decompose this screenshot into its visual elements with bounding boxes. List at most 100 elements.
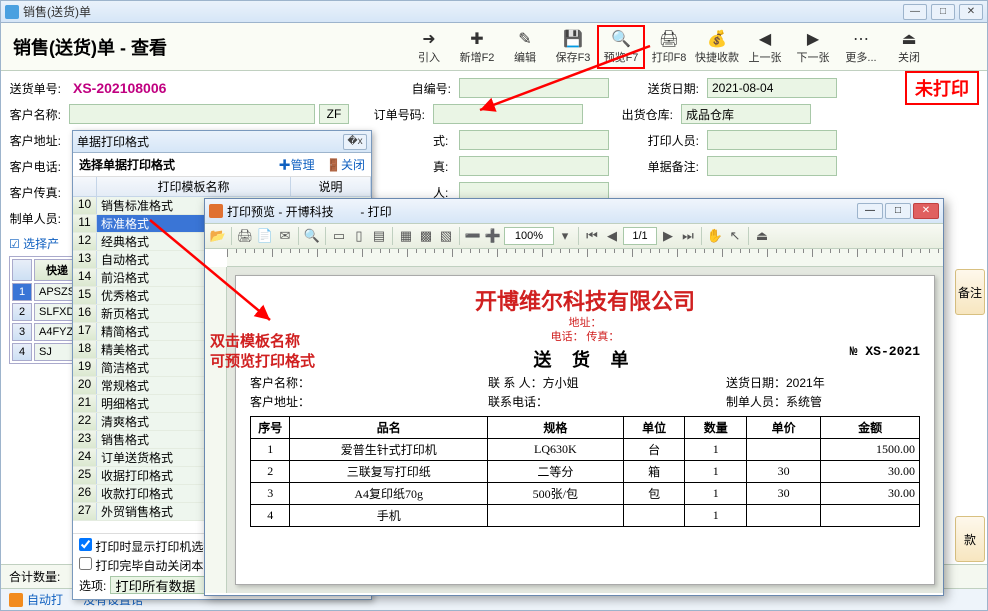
toolbar-printf8-button[interactable]: 🖨打印F8	[645, 25, 693, 69]
toolbar-quickpay-button[interactable]: 💰快捷收款	[693, 25, 741, 69]
toolbar-buttons: ➜引入✚新增F2✎编辑💾保存F3🔍预览F7🖨打印F8💰快捷收款◀上一张▶下一张⋯…	[405, 25, 933, 69]
prv-print-icon[interactable]: 🖨	[236, 227, 254, 245]
close-button[interactable]: ✕	[959, 4, 983, 20]
prv-export-icon[interactable]: 📄	[256, 227, 274, 245]
label-date: 送货日期:	[647, 80, 703, 97]
prv-mail-icon[interactable]: ✉	[276, 227, 294, 245]
prv-prev-icon[interactable]: ◀	[603, 227, 621, 245]
prv-first-icon[interactable]: ⏮	[583, 227, 601, 245]
toolbar-previewf7-button[interactable]: 🔍预览F7	[597, 25, 645, 69]
prv-layout3-icon[interactable]: ▤	[370, 227, 388, 245]
input-date[interactable]	[707, 78, 837, 98]
grid-row[interactable]: 3A4FYZ	[12, 323, 80, 341]
input-selfno[interactable]	[459, 78, 609, 98]
toolbar-savef3-button[interactable]: 💾保存F3	[549, 25, 597, 69]
prv-close-button[interactable]: ✕	[913, 203, 939, 219]
prv-grid3-icon[interactable]: ▧	[437, 227, 455, 245]
prv-last-icon[interactable]: ⏭	[679, 227, 697, 245]
label-tel: 客户电话:	[9, 158, 65, 175]
annotation-line2: 可预览打印格式	[210, 350, 315, 371]
detail-row: 1爱普生针式打印机LQ630K台11500.00	[251, 439, 920, 461]
toolbar-prev-button[interactable]: ◀上一张	[741, 25, 789, 69]
prv-zoom-dd-icon[interactable]: ▾	[556, 227, 574, 245]
preview-dialog: 打印预览 - 开博科技 - 打印 — □ ✕ 📂 🖨 📄 ✉ 🔍 ▭ ▯ ▤ ▦…	[204, 198, 944, 596]
label-maker: 单据备注:	[647, 158, 703, 175]
label-cust: 客户名称:	[9, 106, 65, 123]
prv-layout1-icon[interactable]: ▭	[330, 227, 348, 245]
savef3-icon: 💾	[563, 29, 583, 49]
label-total: 合计数量:	[9, 568, 60, 585]
toolbar-edit-button[interactable]: ✎编辑	[501, 25, 549, 69]
input-maker[interactable]	[707, 156, 837, 176]
main-toolbar: 销售(送货)单 - 查看 ➜引入✚新增F2✎编辑💾保存F3🔍预览F7🖨打印F8💰…	[1, 23, 987, 71]
status-auto[interactable]: 自动打	[27, 591, 63, 608]
doc-title: 送 货 单	[250, 346, 920, 372]
input-orderno[interactable]	[433, 104, 583, 124]
import-icon: ➜	[419, 29, 439, 49]
preview-title: 打印预览 - 开博科技	[227, 205, 334, 219]
main-titlebar: 销售(送货)单 — □ ✕	[1, 1, 987, 23]
prv-find-icon[interactable]: 🔍	[303, 227, 321, 245]
grid-row[interactable]: 2SLFXD	[12, 303, 80, 321]
prv-grid2-icon[interactable]: ▩	[417, 227, 435, 245]
prv-cursor-icon[interactable]: ↖	[726, 227, 744, 245]
prv-hand-icon[interactable]: ✋	[706, 227, 724, 245]
prv-zoom-input[interactable]	[504, 227, 554, 245]
value-docno: XS-202108006	[69, 80, 170, 96]
info-custaddr: 客户地址：	[250, 393, 480, 410]
company-tel: 电话： 传真：	[250, 330, 920, 344]
toolbar-more-button[interactable]: ⋯更多...	[837, 25, 885, 69]
info-custname: 客户名称：	[250, 374, 480, 391]
rss-icon	[9, 593, 23, 607]
toolbar-newf2-button[interactable]: ✚新增F2	[453, 25, 501, 69]
toolbar-import-button[interactable]: ➜引入	[405, 25, 453, 69]
prv-page-input[interactable]	[623, 227, 657, 245]
prv-next-icon[interactable]: ▶	[659, 227, 677, 245]
preview-toolbar: 📂 🖨 📄 ✉ 🔍 ▭ ▯ ▤ ▦ ▩ ▧ ➖ ➕ ▾ ⏮ ◀ ▶ ⏭ ✋ ↖ …	[205, 223, 943, 249]
prv-layout2-icon[interactable]: ▯	[350, 227, 368, 245]
toolbar-next-button[interactable]: ▶下一张	[789, 25, 837, 69]
preview-paper: 开博维尔科技有限公司 地址： 电话： 传真： 送 货 单 № XS-2021 客…	[235, 275, 935, 585]
format-close-link[interactable]: 🚪关闭	[326, 158, 365, 172]
label-printer: 打印人员:	[647, 132, 703, 149]
prv-open-icon[interactable]: 📂	[209, 227, 227, 245]
side-pay-button[interactable]: 款	[955, 516, 985, 562]
max-button[interactable]: □	[931, 4, 955, 20]
label-makerp: 制单人员:	[9, 210, 65, 227]
input-cust[interactable]	[69, 104, 315, 124]
page-title: 销售(送货)单 - 查看	[5, 34, 405, 60]
prv-zoomin-icon[interactable]: ➕	[484, 227, 502, 245]
input-x2[interactable]	[459, 156, 609, 176]
info-maker: 制单人员：系统管	[726, 393, 822, 410]
previewf7-icon: 🔍	[611, 29, 631, 49]
company-name: 开博维尔科技有限公司	[250, 284, 920, 316]
min-button[interactable]: —	[903, 4, 927, 20]
prv-max-button[interactable]: □	[885, 203, 911, 219]
format-title: 单据打印格式	[77, 133, 343, 150]
input-warehouse[interactable]	[681, 104, 811, 124]
format-manage-link[interactable]: ✚管理	[279, 158, 315, 172]
label-warehouse: 出货仓库:	[621, 106, 677, 123]
edit-icon: ✎	[515, 29, 535, 49]
preview-canvas[interactable]: 开博维尔科技有限公司 地址： 电话： 传真： 送 货 单 № XS-2021 客…	[227, 267, 943, 593]
grid-row[interactable]: 4SJ	[12, 343, 80, 361]
prv-zoomout-icon[interactable]: ➖	[464, 227, 482, 245]
close-icon: ⏏	[899, 29, 919, 49]
preview-titlebar: 打印预览 - 开博科技 - 打印 — □ ✕	[205, 199, 943, 223]
ruler-horizontal	[227, 249, 943, 267]
more-icon: ⋯	[851, 29, 871, 49]
prv-exit-icon[interactable]: ⏏	[753, 227, 771, 245]
toolbar-close-button[interactable]: ⏏关闭	[885, 25, 933, 69]
input-printer[interactable]	[707, 130, 837, 150]
input-zf[interactable]	[319, 104, 349, 124]
prv-min-button[interactable]: —	[857, 203, 883, 219]
format-close-button[interactable]: �x	[343, 134, 367, 150]
prv-grid1-icon[interactable]: ▦	[397, 227, 415, 245]
input-x1[interactable]	[459, 130, 609, 150]
link-selprod[interactable]: ☑ 选择产	[9, 235, 59, 252]
next-icon: ▶	[803, 29, 823, 49]
app-icon	[5, 5, 19, 19]
side-remark-button[interactable]: 备注	[955, 269, 985, 315]
grid-row[interactable]: 1APSZS	[12, 283, 80, 301]
company-addr: 地址：	[250, 316, 920, 330]
